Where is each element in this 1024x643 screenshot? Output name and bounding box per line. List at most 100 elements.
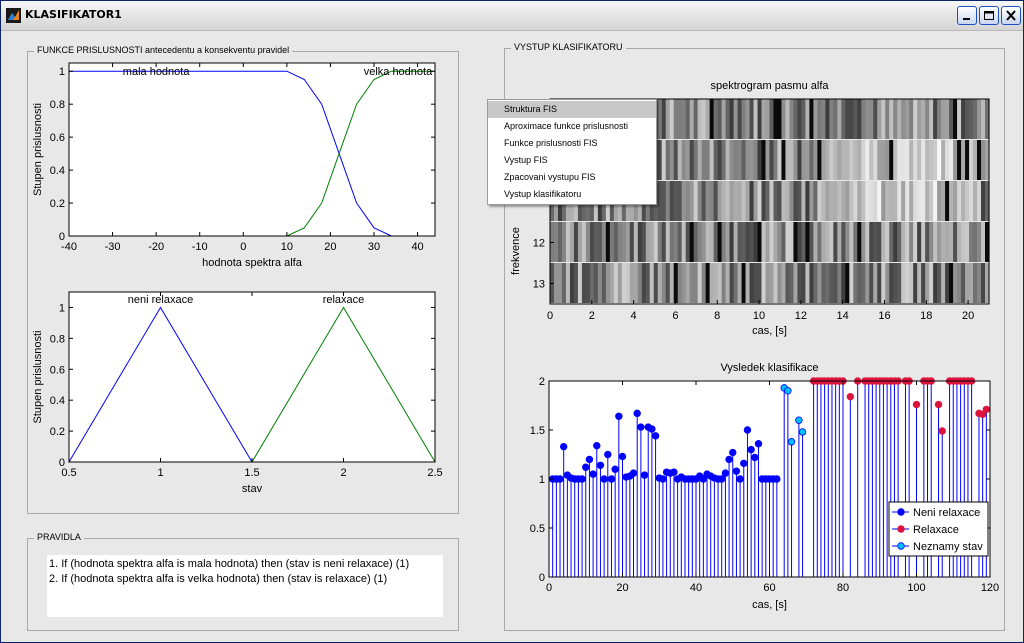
heatmap-cell bbox=[849, 263, 854, 303]
menu-item-funkce-prislusnosti[interactable]: Funkce prislusnosti FIS bbox=[488, 135, 656, 152]
chart3-xtick-label: 16 bbox=[878, 310, 890, 322]
heatmap-cell bbox=[809, 222, 814, 262]
heatmap-cell bbox=[869, 222, 874, 262]
heatmap-cell bbox=[909, 140, 914, 180]
heatmap-cell bbox=[569, 222, 575, 262]
heatmap-cell bbox=[797, 222, 803, 262]
chart2-series-label: relaxace bbox=[323, 294, 365, 306]
heatmap-cell bbox=[881, 140, 886, 180]
menu-item-struktura-fis[interactable]: Struktura FIS bbox=[488, 101, 656, 118]
menu-item-vystup-klasifikatoru[interactable]: Vystup klasifikatoru bbox=[488, 186, 656, 203]
heatmap-cell bbox=[805, 99, 811, 139]
heatmap-cell bbox=[593, 263, 599, 303]
heatmap-cell bbox=[617, 263, 623, 303]
heatmap-cell bbox=[761, 140, 767, 180]
chart4-marker bbox=[787, 438, 796, 446]
chart4-marker bbox=[560, 442, 568, 451]
heatmap-cell bbox=[945, 99, 950, 139]
chart4-marker bbox=[732, 467, 741, 475]
heatmap-cell bbox=[629, 222, 635, 262]
heatmap-cell bbox=[921, 140, 926, 180]
heatmap-cell bbox=[717, 181, 723, 221]
heatmap-cell bbox=[689, 222, 695, 262]
heatmap-cell bbox=[789, 263, 795, 303]
heatmap-cell bbox=[793, 99, 799, 139]
heatmap-cell bbox=[813, 181, 818, 221]
chart4-legend-marker bbox=[897, 542, 905, 550]
chart4-marker bbox=[637, 423, 645, 431]
heatmap-cell bbox=[877, 140, 882, 180]
heatmap-cell bbox=[661, 263, 667, 303]
chart4-legend-marker bbox=[897, 525, 905, 533]
heatmap-cell bbox=[705, 263, 711, 303]
heatmap-cell bbox=[949, 99, 954, 139]
heatmap-cell bbox=[925, 181, 930, 221]
heatmap-cell bbox=[837, 181, 842, 221]
heatmap-cell bbox=[769, 222, 775, 262]
heatmap-cell bbox=[553, 263, 559, 303]
heatmap-cell bbox=[733, 181, 739, 221]
chart4-marker bbox=[795, 416, 803, 424]
heatmap-cell bbox=[681, 181, 687, 221]
heatmap-cell bbox=[909, 263, 914, 303]
heatmap-cell bbox=[925, 222, 930, 262]
heatmap-cell bbox=[889, 222, 894, 262]
heatmap-cell bbox=[805, 181, 811, 221]
heatmap-cell bbox=[665, 140, 671, 180]
heatmap-cell bbox=[977, 181, 982, 221]
heatmap-cell bbox=[921, 222, 926, 262]
heatmap-cell bbox=[733, 222, 739, 262]
chart4-xtick-label: 40 bbox=[690, 582, 702, 594]
heatmap-cell bbox=[729, 222, 735, 262]
heatmap-cell bbox=[933, 181, 938, 221]
heatmap-cell bbox=[697, 263, 703, 303]
chart4-xtick-label: 80 bbox=[837, 582, 849, 594]
heatmap-cell bbox=[961, 222, 966, 262]
heatmap-cell bbox=[865, 222, 870, 262]
heatmap-cell bbox=[957, 181, 962, 221]
heatmap-cell bbox=[693, 181, 699, 221]
heatmap-cell bbox=[893, 140, 898, 180]
heatmap-cell bbox=[757, 222, 763, 262]
chart4-marker bbox=[773, 475, 781, 483]
heatmap-cell bbox=[809, 99, 814, 139]
chart4-marker bbox=[651, 432, 660, 440]
chart4-marker bbox=[798, 428, 807, 436]
heatmap-cell bbox=[937, 140, 942, 180]
menu-item-aproximace[interactable]: Aproximace funkce prislusnosti bbox=[488, 118, 656, 135]
chart3-xtick-label: 8 bbox=[714, 310, 720, 322]
heatmap-cell bbox=[797, 263, 803, 303]
heatmap-cell bbox=[845, 263, 850, 303]
menu-item-vystup-fis[interactable]: Vystup FIS bbox=[488, 152, 656, 169]
heatmap-cell bbox=[781, 222, 787, 262]
heatmap-cell bbox=[701, 181, 707, 221]
heatmap-cell bbox=[609, 263, 615, 303]
chart4-marker bbox=[659, 475, 667, 483]
heatmap-cell bbox=[677, 181, 683, 221]
chart4-marker bbox=[604, 450, 612, 459]
heatmap-cell bbox=[933, 222, 938, 262]
heatmap-cell bbox=[661, 99, 667, 139]
heatmap-cell bbox=[681, 99, 687, 139]
heatmap-cell bbox=[777, 263, 783, 303]
heatmap-cell bbox=[849, 222, 854, 262]
heatmap-cell bbox=[845, 99, 850, 139]
heatmap-cell bbox=[901, 140, 906, 180]
menu-item-zpracovani-vystupu[interactable]: Zpacovani vystupu FIS bbox=[488, 169, 656, 186]
heatmap-cell bbox=[981, 263, 986, 303]
heatmap-cell bbox=[753, 263, 759, 303]
heatmap-cell bbox=[781, 263, 787, 303]
heatmap-cell bbox=[809, 140, 814, 180]
heatmap-cell bbox=[721, 222, 727, 262]
heatmap-cell bbox=[641, 222, 647, 262]
heatmap-cell bbox=[881, 222, 886, 262]
heatmap-cell bbox=[893, 222, 898, 262]
heatmap-cell bbox=[753, 181, 759, 221]
heatmap-cell bbox=[733, 140, 739, 180]
heatmap-cell bbox=[857, 99, 862, 139]
heatmap-cell bbox=[869, 263, 874, 303]
heatmap-cell bbox=[905, 140, 910, 180]
chart4-marker bbox=[640, 471, 649, 479]
chart1-ytick-label: 0 bbox=[59, 231, 65, 243]
heatmap-cell bbox=[969, 222, 974, 262]
